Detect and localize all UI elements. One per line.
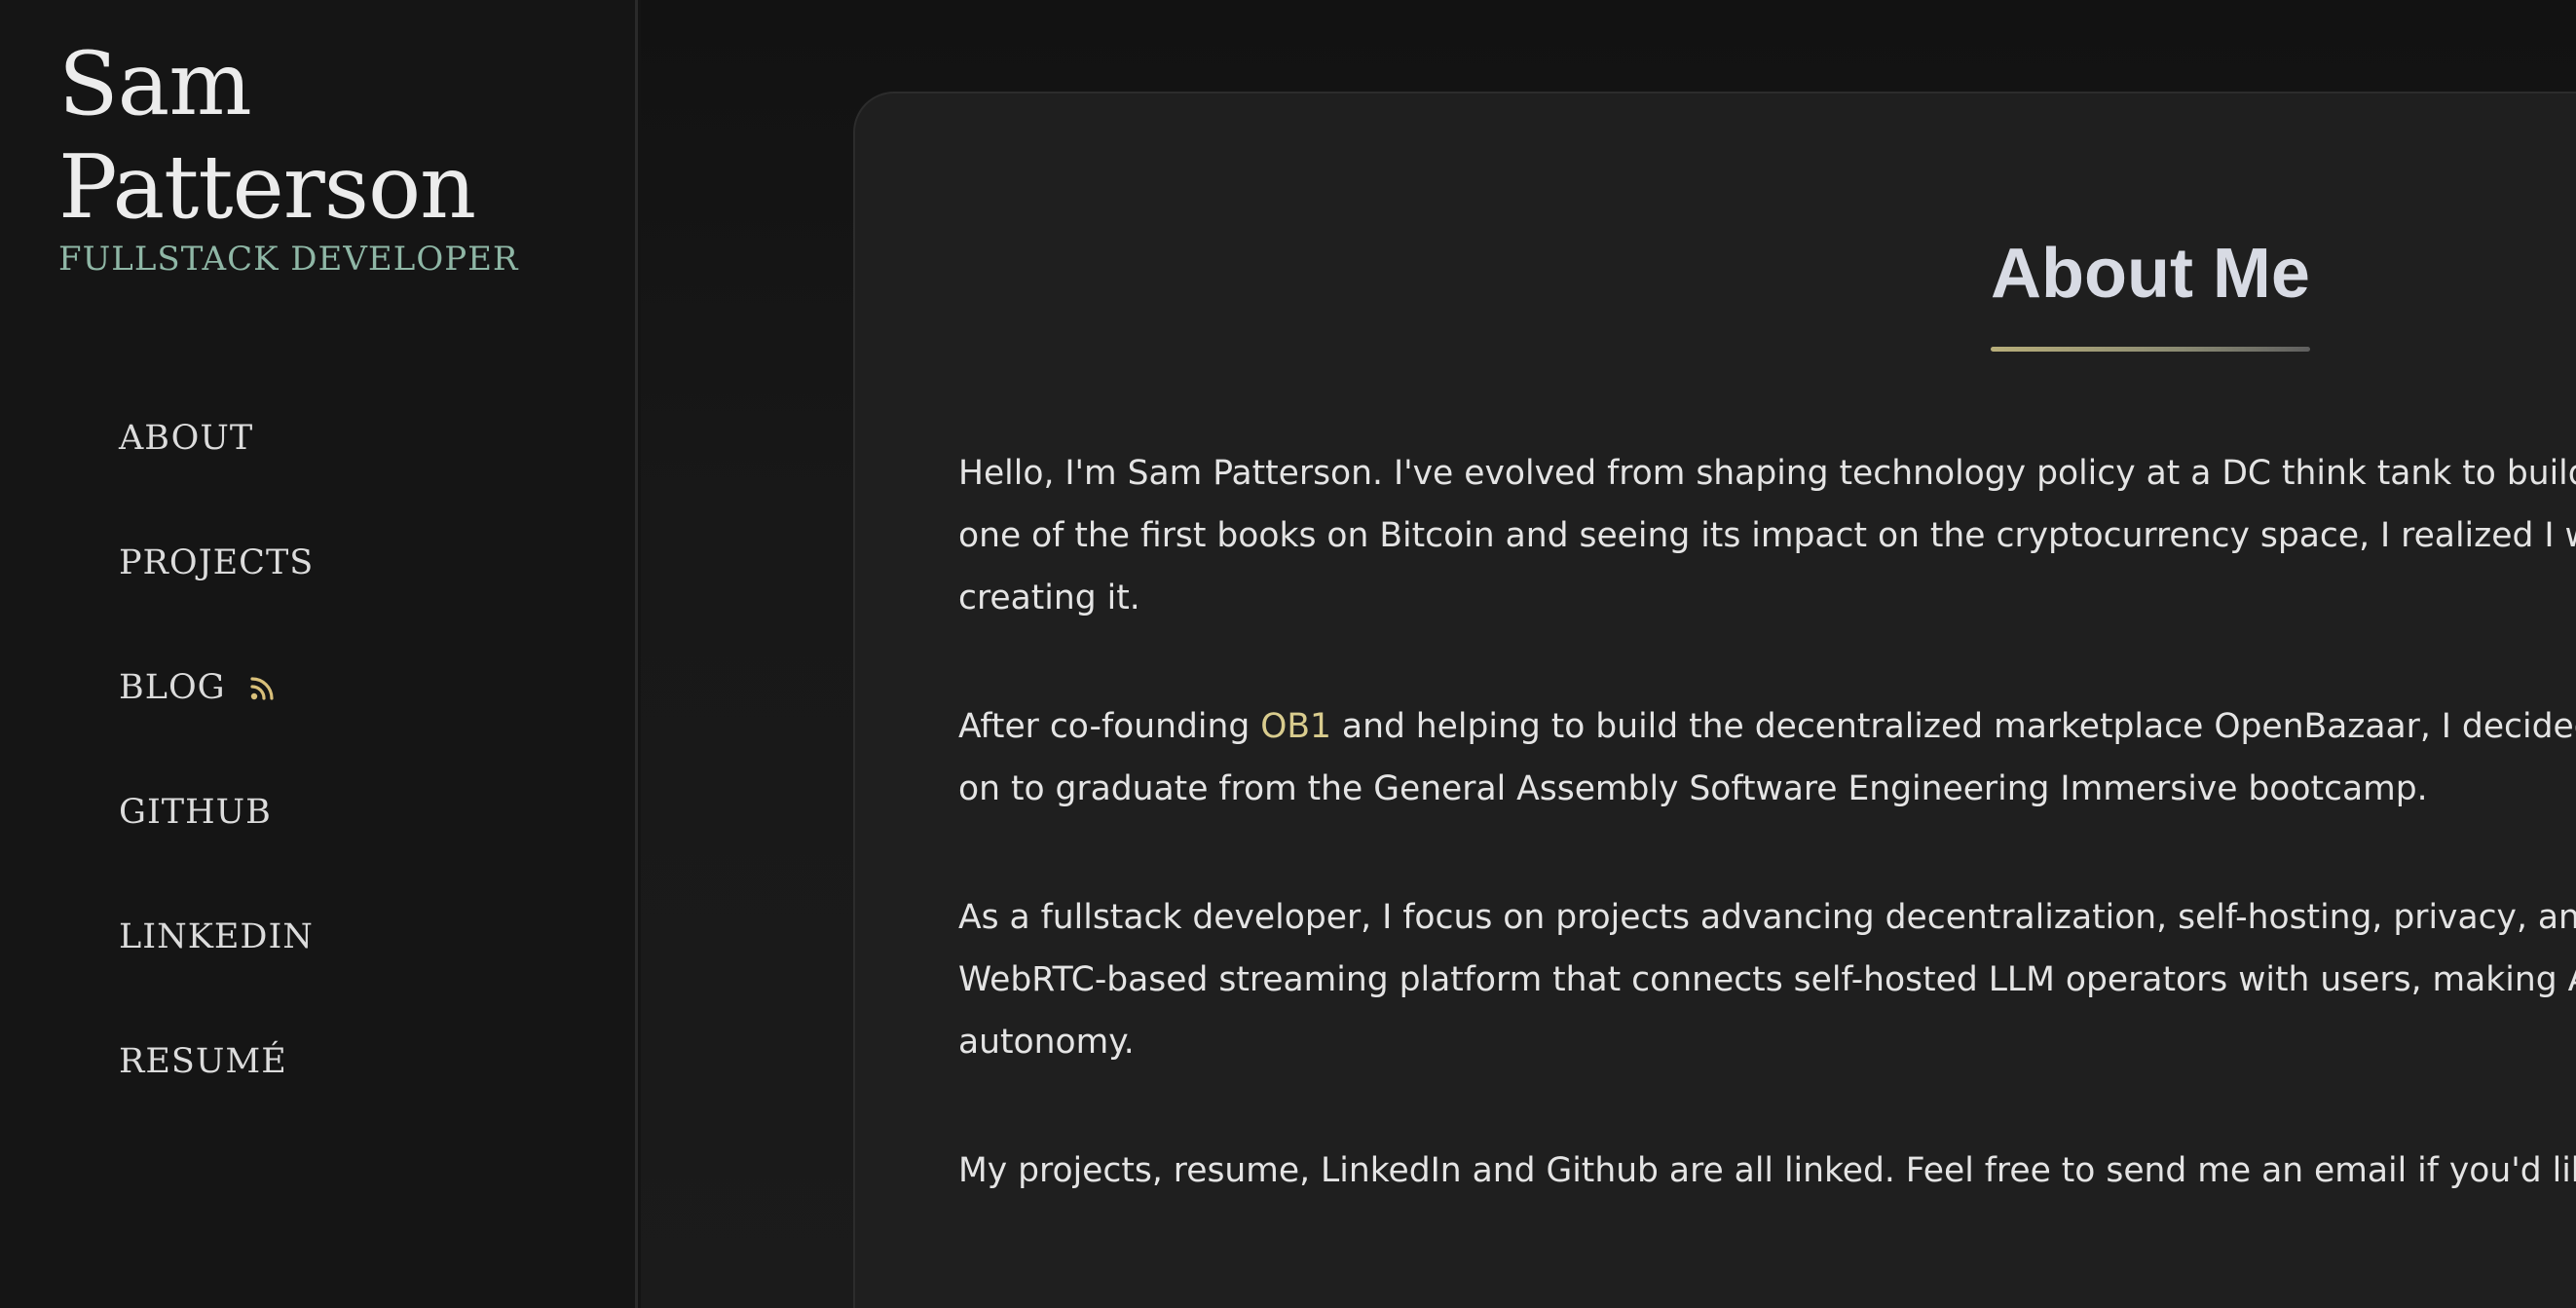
about-paragraph-3: As a fullstack developer, I focus on pro… — [958, 886, 2576, 1073]
nav-label: PROJECTS — [119, 543, 315, 582]
sidebar-nav: ABOUT PROJECTS BLOG GITHUB LINKEDIN RESU… — [119, 409, 314, 1157]
paragraph-line: WebRTC-based streaming platform that con… — [958, 960, 2576, 999]
nav-item-resume[interactable]: RESUMÉ — [119, 1032, 314, 1157]
nav-item-blog[interactable]: BLOG — [119, 658, 314, 783]
nav-label: GITHUB — [119, 793, 272, 832]
paragraph-line: As a fullstack developer, I focus on pro… — [958, 898, 2576, 937]
site-name[interactable]: Sam Patterson — [58, 33, 565, 240]
paragraph-text: and helping to build the decentralized m… — [1330, 707, 2576, 746]
nav-item-github[interactable]: GITHUB — [119, 783, 314, 908]
rss-icon[interactable] — [247, 674, 277, 703]
nav-label: RESUMÉ — [119, 1042, 287, 1081]
about-paragraph-1: Hello, I'm Sam Patterson. I've evolved f… — [958, 442, 2576, 629]
about-content: Hello, I'm Sam Patterson. I've evolved f… — [958, 442, 2576, 1268]
paragraph-line: My projects, resume, LinkedIn and Github… — [958, 1151, 2576, 1190]
paragraph-line: creating it. — [958, 579, 1140, 617]
nav-item-about[interactable]: ABOUT — [119, 409, 314, 534]
nav-item-projects[interactable]: PROJECTS — [119, 534, 314, 658]
nav-label: LINKEDIN — [119, 917, 314, 956]
about-paragraph-4: My projects, resume, LinkedIn and Github… — [958, 1140, 2576, 1202]
paragraph-line: autonomy. — [958, 1023, 1135, 1062]
title-underline — [1991, 347, 2310, 352]
paragraph-line: one of the first books on Bitcoin and se… — [958, 516, 2576, 555]
about-paragraph-2: After co-founding OB1 and helping to bui… — [958, 695, 2576, 820]
nav-item-linkedin[interactable]: LINKEDIN — [119, 908, 314, 1032]
site-role: FULLSTACK DEVELOPER — [58, 240, 519, 279]
sidebar: Sam Patterson FULLSTACK DEVELOPER ABOUT … — [0, 0, 638, 1308]
paragraph-line: Hello, I'm Sam Patterson. I've evolved f… — [958, 454, 2576, 493]
site-name-first: Sam — [58, 33, 252, 135]
nav-label: ABOUT — [119, 419, 254, 458]
paragraph-line: After co-founding OB1 and helping to bui… — [958, 695, 2576, 758]
paragraph-line: on to graduate from the General Assembly… — [958, 769, 2428, 808]
site-name-last: Patterson — [58, 136, 476, 239]
ob1-link[interactable]: OB1 — [1260, 707, 1331, 746]
paragraph-text: After co-founding — [958, 707, 1261, 746]
nav-label: BLOG — [119, 668, 226, 707]
page-title: About Me — [1991, 235, 2310, 313]
